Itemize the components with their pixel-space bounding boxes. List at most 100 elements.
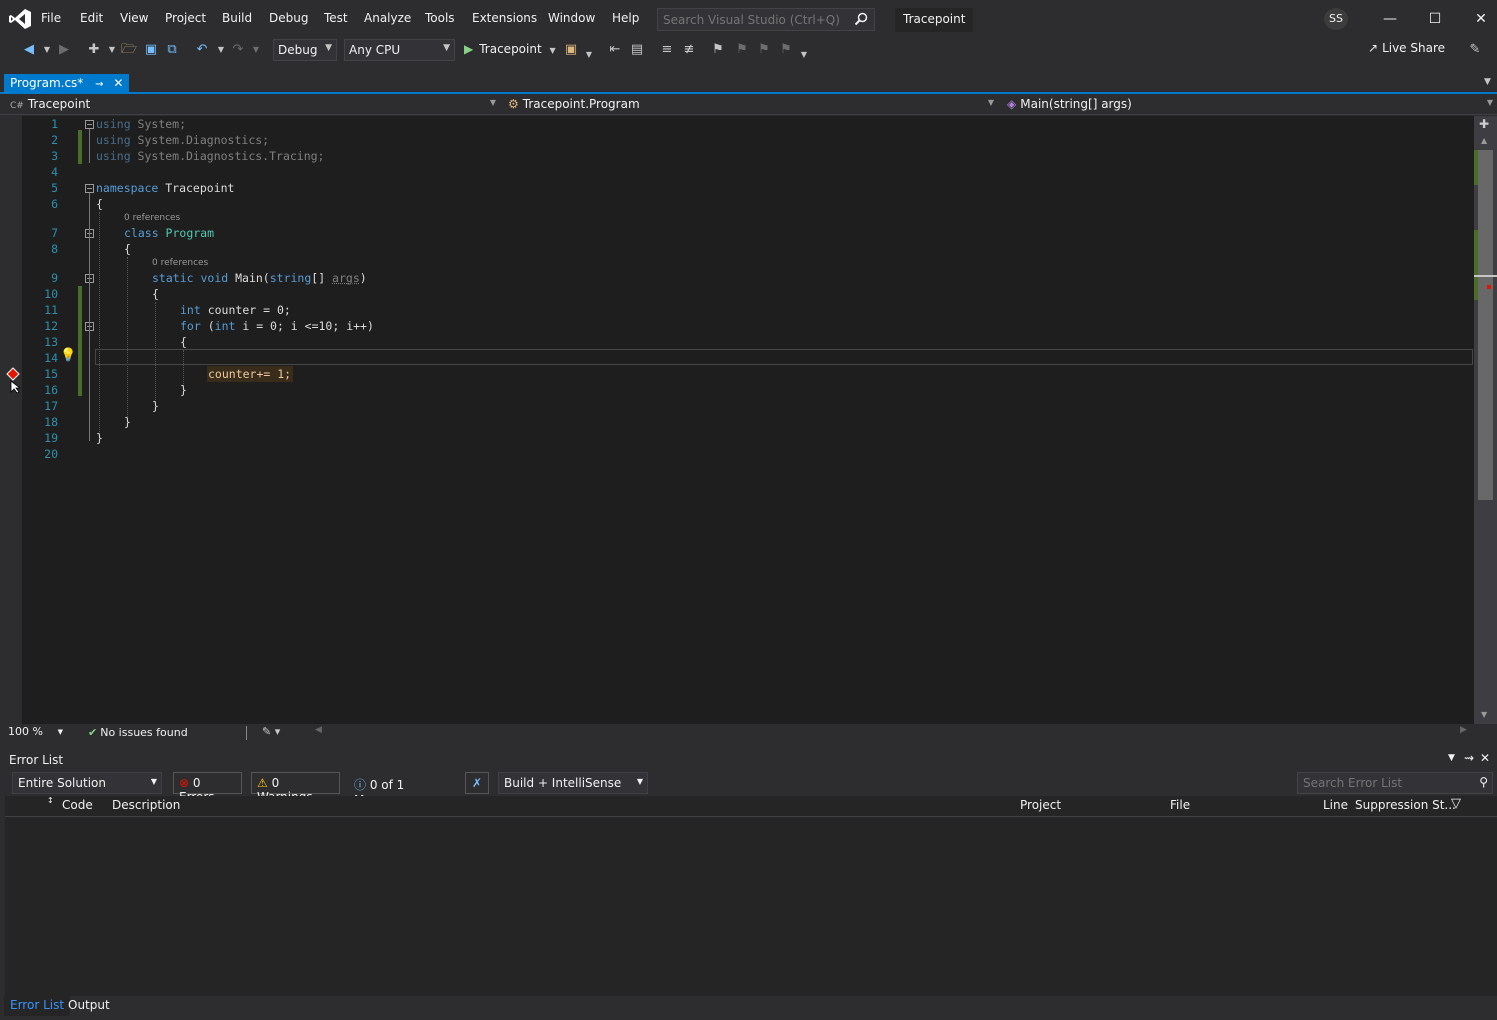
code-line-12[interactable]: for (int i = 0; i <=10; i++) (180, 319, 374, 333)
column-suppression-state[interactable]: Suppression St... (1355, 798, 1456, 812)
close-icon[interactable]: ✕ (1461, 6, 1497, 32)
redo-dropdown-icon[interactable]: ▼ (247, 41, 265, 59)
tab-program-cs[interactable]: Program.cs* ⇝ ✕ (4, 74, 130, 94)
menu-file[interactable]: File (41, 11, 61, 25)
source-select[interactable]: Build + IntelliSense ▼ (498, 772, 648, 794)
menu-test[interactable]: Test (324, 11, 348, 25)
tracepoint-icon[interactable] (6, 367, 20, 381)
build-filter-icon[interactable]: ✗ (465, 772, 489, 794)
code-line-6[interactable]: { (96, 197, 103, 211)
zoom-select[interactable]: 100 % ▼ (5, 725, 65, 741)
search-box[interactable] (657, 8, 875, 31)
code-line-17[interactable]: } (152, 399, 159, 413)
column-code[interactable]: Code (62, 798, 93, 812)
menu-analyze[interactable]: Analyze (364, 11, 411, 25)
previous-bookmark-icon[interactable]: ⚑ (733, 41, 751, 59)
collapse-icon[interactable]: − (85, 184, 94, 193)
comment-lines-icon[interactable]: ≡ (658, 41, 676, 59)
code-line-7[interactable]: class Program (124, 226, 214, 240)
new-dropdown-icon[interactable]: ▼ (103, 41, 121, 59)
scroll-up-icon[interactable]: ▲ (1481, 136, 1487, 145)
project-dropdown[interactable]: C# Tracepoint ▼ (6, 95, 500, 115)
menu-edit[interactable]: Edit (80, 11, 103, 25)
maximize-icon[interactable]: ☐ (1415, 6, 1455, 32)
back-dropdown-icon[interactable]: ▼ (38, 41, 56, 59)
undo-icon[interactable]: ↶ (193, 41, 211, 59)
code-line-16[interactable]: } (180, 383, 187, 397)
code-line-19[interactable]: } (96, 431, 103, 445)
step-icon[interactable]: ⇤ (606, 41, 624, 59)
solution-platform-select[interactable]: Any CPU ▼ (344, 39, 455, 61)
tab-overflow-icon[interactable]: ▼ (1484, 77, 1491, 87)
window-position-icon[interactable]: ▼ (1448, 753, 1455, 763)
redo-icon[interactable]: ↷ (229, 41, 247, 59)
code-line-10[interactable]: { (152, 287, 159, 301)
close-icon[interactable]: ✕ (1480, 751, 1490, 765)
menu-help[interactable]: Help (612, 11, 639, 25)
feedback-icon[interactable]: ✎ (1466, 41, 1484, 59)
new-project-icon[interactable]: ✚ (85, 41, 103, 59)
tab-error-list[interactable]: Error List (4, 996, 71, 1016)
menu-extensions[interactable]: Extensions (472, 11, 537, 25)
code-editor[interactable] (0, 116, 1474, 724)
scope-select[interactable]: Entire Solution ▼ (12, 772, 162, 794)
save-all-icon[interactable]: ⧉ (163, 41, 181, 59)
bookmark-icon[interactable]: ⚑ (709, 41, 727, 59)
collapse-icon[interactable]: − (85, 120, 94, 129)
minimize-icon[interactable]: — (1370, 6, 1410, 32)
menu-build[interactable]: Build (222, 11, 252, 25)
error-list-search-input[interactable] (1303, 776, 1463, 790)
menu-view[interactable]: View (120, 11, 148, 25)
next-bookmark-icon[interactable]: ⚑ (755, 41, 773, 59)
search-input[interactable] (658, 9, 848, 30)
health-indicator[interactable]: ✔ No issues found (88, 726, 188, 739)
column-project[interactable]: Project (1020, 798, 1061, 812)
find-in-files-icon[interactable]: ▣ (562, 41, 580, 59)
code-line-2[interactable]: using System.Diagnostics; (96, 133, 269, 147)
code-line-3[interactable]: using System.Diagnostics.Tracing; (96, 149, 325, 163)
messages-filter-button[interactable]: ⓘ 0 of 1 Message (348, 772, 456, 807)
menu-tools[interactable]: Tools (425, 11, 455, 25)
save-icon[interactable]: ▣ (142, 41, 160, 59)
open-file-icon[interactable]: 🗁 (120, 41, 138, 59)
code-line-8[interactable]: { (124, 242, 131, 256)
filter-icon[interactable]: ▽ (1451, 796, 1461, 811)
code-line-9[interactable]: static void Main(string[] args) (152, 271, 367, 285)
menu-debug[interactable]: Debug (269, 11, 308, 25)
split-editor-icon[interactable]: ✚ (1479, 117, 1489, 131)
toolbar-overflow-icon[interactable]: ▼ (795, 46, 813, 64)
codelens-references[interactable]: 0 references (124, 213, 180, 223)
glyph-margin[interactable] (0, 116, 22, 724)
navigate-forward-icon[interactable]: ▶ (55, 41, 73, 59)
clear-bookmarks-icon[interactable]: ⚑ (777, 41, 795, 59)
pin-icon[interactable]: ⇝ (95, 79, 103, 90)
column-file[interactable]: File (1170, 798, 1190, 812)
start-debugging-button[interactable]: ▶ Tracepoint ▼ (460, 39, 560, 61)
code-line-5[interactable]: namespace Tracepoint (96, 181, 234, 195)
sort-icon[interactable]: ↕ (47, 796, 54, 805)
scroll-right-icon[interactable]: ▶ (1460, 725, 1467, 735)
error-list-grid[interactable]: ↕ Code Description Project File Line Sup… (5, 796, 1497, 996)
search-icon[interactable] (854, 12, 868, 26)
code-line-11[interactable]: int counter = 0; (180, 303, 291, 317)
tab-output[interactable]: Output (62, 996, 116, 1016)
scroll-down-icon[interactable]: ▼ (1481, 710, 1487, 719)
toolbar-overflow-icon[interactable]: ▼ (580, 46, 598, 64)
lightbulb-icon[interactable]: 💡 (60, 348, 76, 363)
member-dropdown[interactable]: ◈ Main(string[] args) ▼ (1003, 95, 1497, 115)
menu-project[interactable]: Project (165, 11, 206, 25)
column-line[interactable]: Line (1323, 798, 1348, 812)
close-tab-icon[interactable]: ✕ (113, 76, 123, 90)
type-dropdown[interactable]: ⚙ Tracepoint.Program ▼ (504, 95, 998, 115)
live-share-button[interactable]: ↗ Live Share (1368, 41, 1445, 55)
scroll-left-icon[interactable]: ◀ (315, 725, 322, 735)
layout-icon[interactable]: ▤ (628, 41, 646, 59)
codelens-references[interactable]: 0 references (152, 258, 208, 268)
warnings-filter-button[interactable]: ⚠ 0 Warnings (251, 772, 340, 804)
menu-window[interactable]: Window (548, 11, 595, 25)
column-description[interactable]: Description (112, 798, 180, 812)
pin-icon[interactable]: ⇝ (1464, 751, 1474, 765)
scrollbar-thumb[interactable] (1478, 150, 1493, 500)
error-list-search[interactable]: ⚲ (1297, 772, 1493, 794)
avatar[interactable]: SS (1324, 8, 1348, 30)
